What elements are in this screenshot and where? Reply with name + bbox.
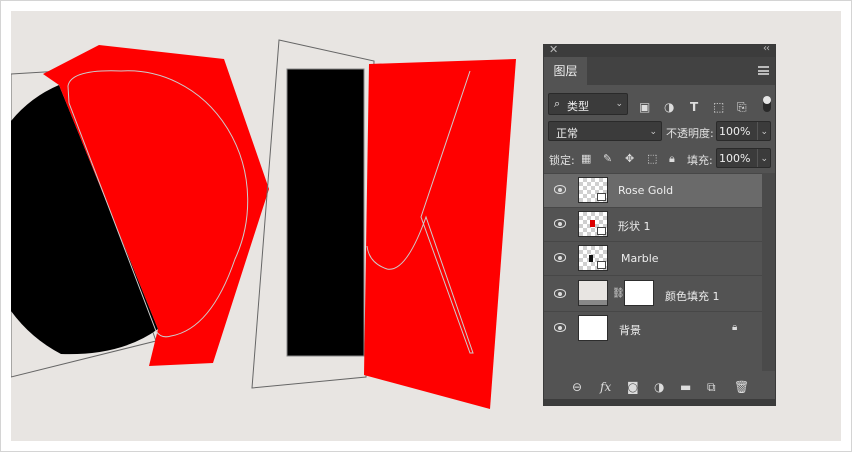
type-filter-icon[interactable]: T (690, 100, 698, 114)
layer-name[interactable]: Rose Gold (618, 184, 673, 197)
layers-panel: ✕ ‹‹ 图层 ⌕ 类型 ⌄ ▣ ◑ T ⬚ ⎘ 正常 ⌄ 不透明度: 100%… (543, 43, 776, 406)
link-layers-icon[interactable]: ⊖ (572, 380, 582, 394)
eye-icon[interactable] (554, 219, 566, 228)
smart-object-badge-icon (597, 193, 606, 201)
fx-icon[interactable]: fx (600, 380, 611, 394)
layer-row[interactable]: Marble (544, 241, 762, 275)
layer-mask-thumbnail[interactable] (624, 280, 654, 306)
link-icon[interactable]: ⛓ (612, 288, 625, 299)
search-icon: ⌕ (554, 97, 561, 110)
panel-title-bar: ✕ ‹‹ (544, 43, 775, 57)
layer-row[interactable]: 背景 🔒︎ (544, 311, 762, 345)
layer-row[interactable]: 形状 1 (544, 207, 762, 241)
lock-image-pixels-icon[interactable]: ✎ (603, 152, 612, 165)
chevron-down-icon: ⌄ (760, 127, 768, 137)
panel-menu-icon[interactable] (758, 66, 769, 75)
layer-row[interactable]: Rose Gold (544, 173, 762, 207)
lock-icon: 🔒︎ (732, 322, 738, 333)
layer-name[interactable]: 颜色填充 1 (665, 288, 720, 304)
smart-object-badge-icon (597, 227, 606, 235)
add-mask-icon[interactable]: ◙ (627, 380, 639, 394)
opacity-label: 不透明度: (666, 127, 714, 140)
kind-filter-dropdown[interactable]: ⌕ 类型 ⌄ (548, 93, 628, 115)
black-rectangle (286, 68, 365, 357)
panel-bottom-edge (544, 399, 775, 405)
fill-input[interactable]: 100% ⌄ (716, 148, 771, 168)
layer-thumbnail (578, 280, 608, 306)
filter-toggle[interactable] (763, 96, 771, 112)
new-layer-icon[interactable]: ⧉ (707, 380, 716, 395)
layer-thumbnail (578, 177, 608, 203)
layers-scrollbar[interactable] (762, 173, 775, 371)
adjustment-layer-icon[interactable]: ◑ (654, 380, 664, 394)
tab-layers[interactable]: 图层 (544, 57, 587, 85)
trash-icon[interactable]: 🗑︎ (734, 380, 749, 394)
group-folder-icon[interactable]: ▬ (680, 380, 691, 394)
opacity-input[interactable]: 100% ⌄ (716, 121, 771, 141)
chevron-down-icon: ⌄ (649, 127, 657, 137)
layer-thumbnail (578, 315, 608, 341)
lock-position-icon[interactable]: ✥ (625, 152, 634, 165)
fill-value: 100% (719, 152, 751, 165)
panel-tab-row: 图层 (544, 57, 775, 85)
layer-thumbnail (578, 211, 608, 237)
kind-filter-label: 类型 (567, 100, 589, 113)
layer-name[interactable]: 背景 (619, 322, 641, 338)
fill-label: 填充: (687, 154, 713, 167)
lock-transparent-pixels-icon[interactable]: ▦ (581, 152, 591, 165)
blend-mode-dropdown[interactable]: 正常 ⌄ (548, 121, 662, 141)
layer-name[interactable]: 形状 1 (618, 218, 651, 234)
shape-filter-icon[interactable]: ⬚ (713, 100, 724, 114)
layer-thumbnail (578, 245, 608, 271)
layer-name[interactable]: Marble (621, 252, 659, 265)
collapse-icon[interactable]: ‹‹ (763, 43, 770, 54)
image-filter-icon[interactable]: ▣ (639, 100, 650, 114)
lock-label: 锁定: (549, 154, 575, 167)
lock-all-icon[interactable]: 🔒︎ (669, 152, 675, 166)
close-icon[interactable]: ✕ (549, 43, 558, 56)
smart-object-filter-icon[interactable]: ⎘ (737, 100, 747, 115)
eye-icon[interactable] (554, 185, 566, 194)
red-k-shape (364, 59, 516, 409)
opacity-value: 100% (719, 125, 751, 138)
lock-artboard-icon[interactable]: ⬚ (647, 152, 657, 165)
smart-object-badge-icon (597, 261, 606, 269)
chevron-down-icon: ⌄ (615, 99, 623, 109)
eye-icon[interactable] (554, 323, 566, 332)
blend-mode-value: 正常 (556, 127, 578, 140)
layers-list: Rose Gold 形状 1 Marble ⛓ 颜色填充 1 背景 🔒︎ (544, 173, 762, 371)
eye-icon[interactable] (554, 253, 566, 262)
eye-icon[interactable] (554, 289, 566, 298)
chevron-down-icon: ⌄ (760, 154, 768, 164)
adjustment-filter-icon[interactable]: ◑ (664, 100, 674, 114)
layer-row[interactable]: ⛓ 颜色填充 1 (544, 275, 762, 311)
panel-bottom-toolbar: ⊖ fx ◙ ◑ ▬ ⧉ 🗑︎ (544, 375, 775, 399)
